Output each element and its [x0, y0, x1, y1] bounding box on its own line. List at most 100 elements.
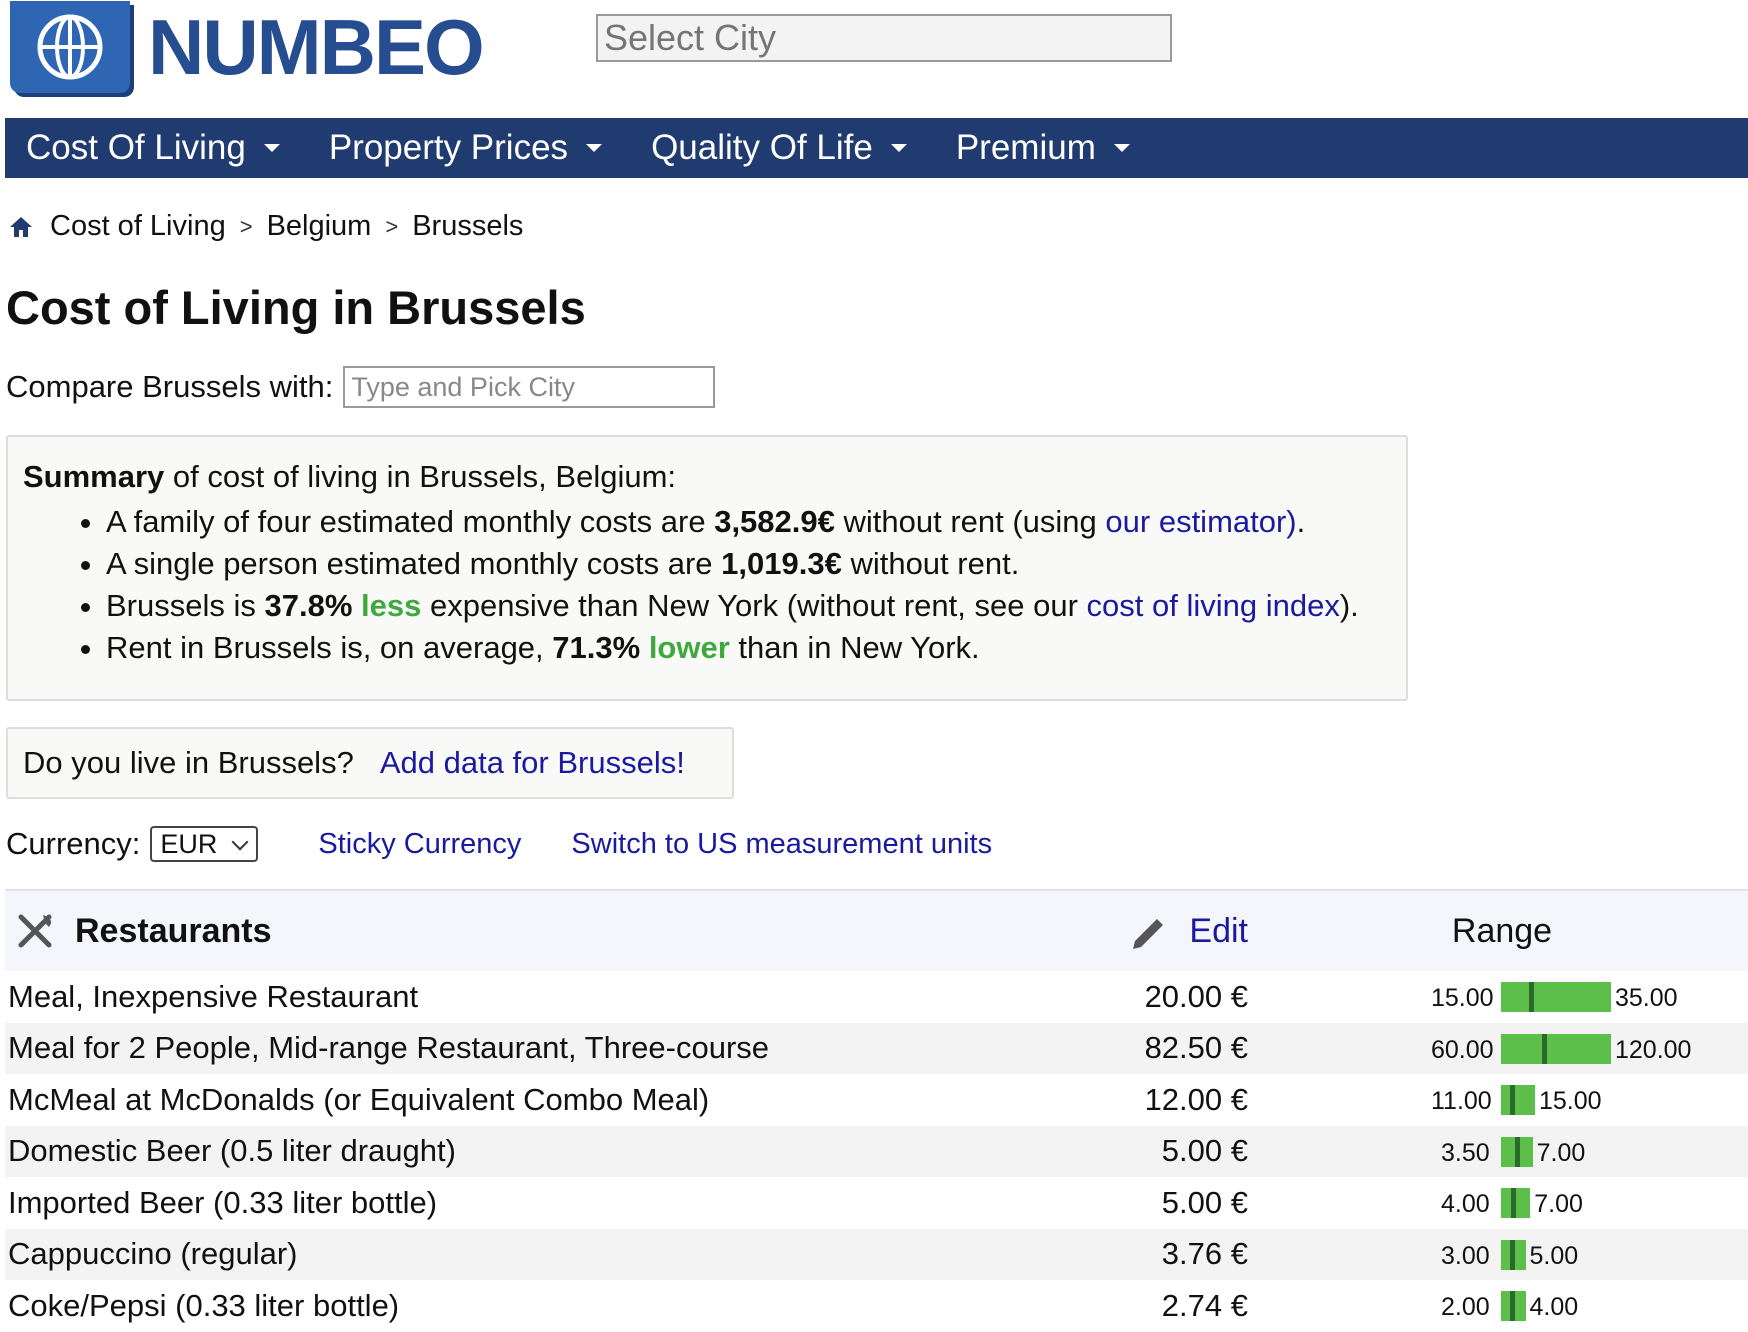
fork-knife-icon [18, 914, 52, 948]
family-cost-value: 3,582.9€ [714, 504, 835, 539]
item-name: McMeal at McDonalds (or Equivalent Combo… [8, 1081, 710, 1117]
compare-city-input[interactable] [343, 366, 716, 408]
nav-property-prices[interactable]: Property Prices [328, 128, 603, 168]
nav-premium[interactable]: Premium [956, 128, 1130, 168]
summary-heading: Summary of cost of living in Brussels, B… [23, 459, 676, 495]
text: without rent. [841, 546, 1020, 581]
range-average-marker [1510, 1188, 1516, 1219]
live-in-city-box: Do you live in Brussels? Add data for Br… [6, 727, 734, 799]
range-max: 7.00 [1534, 1190, 1583, 1219]
summary-item-family: A family of four estimated monthly costs… [106, 501, 1359, 543]
range-max: 4.00 [1529, 1293, 1579, 1322]
add-data-link[interactable]: Add data for Brussels! [380, 745, 685, 781]
nav-label: Premium [955, 128, 1096, 167]
nav-cost-of-living[interactable]: Cost Of Living [26, 128, 280, 168]
estimator-link[interactable]: our estimator) [1105, 504, 1296, 539]
item-range: 11.00 15.00 [1256, 1074, 1748, 1126]
summary-item-rent: Rent in Brussels is, on average, 71.3% l… [106, 627, 1359, 669]
range-max: 7.00 [1536, 1138, 1586, 1167]
switch-units-link[interactable]: Switch to US measurement units [571, 828, 992, 861]
range-bar [1501, 1085, 1535, 1116]
range-min: 3.00 [1441, 1241, 1490, 1270]
numbeo-logo[interactable]: NUMBEO [10, 0, 485, 94]
table-row: Meal, Inexpensive Restaurant 20.00 €15.00… [5, 971, 1748, 1023]
main-nav: Cost Of Living Property Prices Quality O… [5, 118, 1748, 178]
currency-select[interactable]: EUR [150, 826, 259, 862]
breadcrumb-separator: > [239, 213, 253, 239]
breadcrumb-separator: > [385, 213, 399, 239]
summary-box: Summary of cost of living in Brussels, B… [6, 435, 1408, 701]
live-question: Do you live in Brussels? [23, 745, 354, 780]
range-header: Range [1256, 889, 1748, 971]
table-header-row: Restaurants Edit Range [5, 889, 1748, 971]
range-min: 4.00 [1441, 1190, 1490, 1219]
range-average-marker [1509, 1085, 1515, 1116]
item-range: 3.00 5.00 [1256, 1228, 1748, 1280]
range-max: 35.00 [1615, 984, 1678, 1013]
nav-quality-of-life[interactable]: Quality Of Life [651, 128, 907, 168]
table-row: Imported Beer (0.33 liter bottle) 5.00 €4… [5, 1177, 1748, 1229]
caret-down-icon [890, 144, 907, 152]
pencil-icon [1133, 919, 1164, 949]
rent-percent-value: 71.3% [552, 630, 641, 665]
range-max: 15.00 [1539, 1087, 1602, 1116]
text: than in New York. [729, 630, 980, 665]
summary-heading-bold: Summary [23, 459, 165, 494]
caret-down-icon [1113, 144, 1130, 152]
text: A single person estimated monthly costs … [106, 546, 722, 581]
compare-percent-value: 37.8% [264, 588, 353, 623]
range-average-marker [1514, 1136, 1520, 1167]
compare-row: Compare Brussels with: [6, 366, 716, 408]
home-icon[interactable] [8, 214, 34, 240]
breadcrumb-brussels[interactable]: Brussels [412, 210, 523, 243]
less-word: less [361, 588, 422, 623]
nav-label: Property Prices [328, 128, 569, 167]
select-city-input[interactable] [596, 14, 1172, 62]
range-min: 15.00 [1431, 984, 1494, 1013]
range-average-marker [1542, 1033, 1548, 1064]
item-range: 15.00 35.00 [1256, 971, 1748, 1023]
table-row: Cappuccino (regular) 3.76 € 3.00 5.00 [5, 1228, 1748, 1280]
range-average-marker [1510, 1239, 1516, 1270]
item-price: 5.00 € [1161, 1184, 1248, 1220]
item-price: 20.00 € [1144, 978, 1248, 1014]
item-name: Coke/Pepsi (0.33 liter bottle) [8, 1287, 400, 1323]
cost-of-living-index-link[interactable]: cost of living index [1087, 588, 1340, 623]
nav-label: Quality Of Life [651, 128, 873, 167]
table-row: Domestic Beer (0.5 liter draught) 5.00 €3… [5, 1125, 1748, 1177]
single-cost-value: 1,019.3€ [721, 546, 842, 581]
range-bar [1501, 982, 1611, 1013]
range-max: 5.00 [1529, 1241, 1579, 1270]
item-range: 4.00 7.00 [1256, 1177, 1748, 1229]
edit-header[interactable]: Edit [1008, 889, 1256, 971]
range-bar [1501, 1033, 1611, 1064]
range-min: 60.00 [1431, 1035, 1494, 1064]
caret-down-icon [586, 144, 603, 152]
caret-down-icon [263, 144, 280, 152]
breadcrumb-cost-of-living[interactable]: Cost of Living [50, 210, 226, 243]
text: . [1296, 504, 1306, 539]
currency-row: Currency: EUR Sticky Currency Switch to … [6, 826, 992, 862]
range-min: 11.00 [1431, 1087, 1492, 1116]
globe-logo-icon [10, 1, 130, 93]
edit-link[interactable]: Edit [1189, 912, 1248, 951]
item-price: 82.50 € [1008, 1022, 1256, 1074]
nav-label: Cost Of Living [26, 128, 246, 167]
table-row: Coke/Pepsi (0.33 liter bottle) 2.74 €2.00… [5, 1280, 1748, 1332]
summary-heading-text: of cost of living in Brussels, Belgium: [164, 459, 677, 494]
table-row: Meal for 2 People, Mid-range Restaurant,… [5, 1022, 1748, 1074]
item-range: 2.00 4.00 [1256, 1280, 1748, 1332]
lower-word: lower [648, 630, 730, 665]
summary-list: A family of four estimated monthly costs… [66, 501, 1359, 669]
item-name: Cappuccino (regular) [5, 1228, 1008, 1280]
item-name: Domestic Beer (0.5 liter draught) [5, 1125, 1008, 1177]
currency-label: Currency: [6, 826, 141, 861]
text: A family of four estimated monthly costs… [106, 504, 715, 539]
breadcrumb-belgium[interactable]: Belgium [267, 210, 372, 243]
range-min: 3.50 [1441, 1138, 1490, 1167]
section-title: Restaurants [75, 911, 272, 950]
item-range: 3.50 7.00 [1256, 1125, 1748, 1177]
page-title: Cost of Living in Brussels [6, 281, 586, 334]
sticky-currency-link[interactable]: Sticky Currency [318, 828, 521, 861]
range-min: 2.00 [1441, 1293, 1490, 1322]
